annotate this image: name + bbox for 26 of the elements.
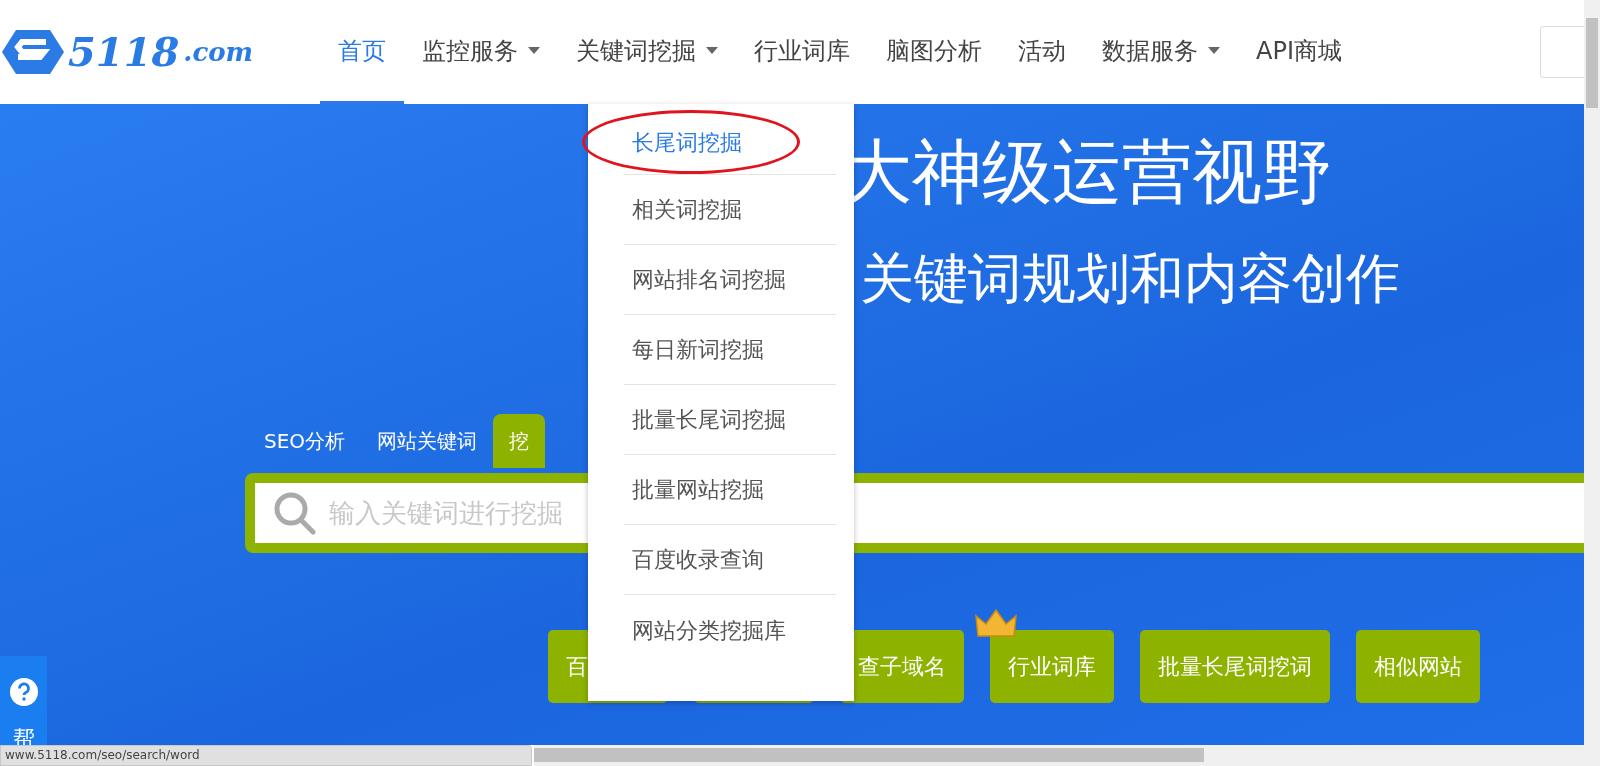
nav-item[interactable]: API商城	[1238, 0, 1360, 104]
menu-item[interactable]: 百度收录查询	[624, 525, 836, 595]
status-url: www.5118.com/seo/search/word	[0, 745, 532, 766]
menu-item[interactable]: 相关词挖掘	[624, 175, 836, 245]
nav-item[interactable]: 数据服务	[1084, 0, 1238, 104]
logo-domain: .com	[183, 35, 254, 69]
nav-item[interactable]: 脑图分析	[868, 0, 1000, 104]
nav-item[interactable]: 行业词库	[736, 0, 868, 104]
vertical-scrollbar[interactable]	[1584, 0, 1600, 745]
search-tab[interactable]: SEO分析	[248, 414, 362, 468]
menu-item[interactable]: 批量长尾词挖掘	[624, 385, 836, 455]
search-field[interactable]	[1540, 26, 1584, 78]
nav-item[interactable]: 关键词挖掘	[558, 0, 736, 104]
help-icon	[9, 678, 38, 706]
search-icon	[273, 491, 317, 535]
search-tab[interactable]: 网站关键词	[361, 414, 494, 468]
menu-item[interactable]: 长尾词挖掘	[624, 125, 742, 159]
logo-text: 5118	[68, 32, 180, 72]
menu-item[interactable]: 网站分类挖掘库	[624, 595, 836, 665]
menu-item[interactable]: 批量网站挖掘	[624, 455, 836, 525]
horizontal-scrollbar[interactable]	[534, 745, 1600, 766]
nav-item[interactable]: 监控服务	[404, 0, 558, 104]
nav-item[interactable]: 活动	[1000, 0, 1084, 104]
menu-item[interactable]: 网站排名词挖掘	[624, 245, 836, 315]
menu-item[interactable]: 每日新词挖掘	[624, 315, 836, 385]
hero-subheadline: 关键词规划和内容创作	[860, 246, 1400, 312]
